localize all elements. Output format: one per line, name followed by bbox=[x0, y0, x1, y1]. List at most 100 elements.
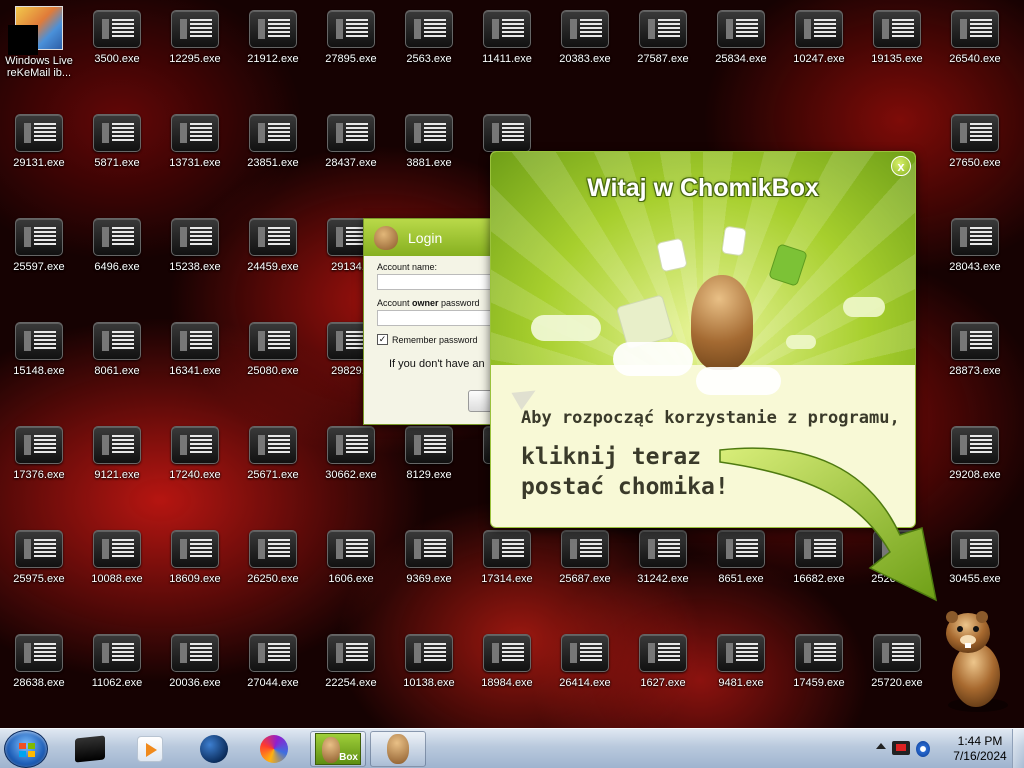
desktop-icon[interactable]: 25975.exe bbox=[0, 520, 78, 610]
taskbar-chomikbox[interactable]: Box bbox=[310, 731, 366, 767]
desktop-icon[interactable]: 25080.exe bbox=[234, 312, 312, 402]
desktop-icon[interactable]: 18984.exe bbox=[468, 624, 546, 714]
clock[interactable]: 1:44 PM 7/16/2024 bbox=[940, 734, 1020, 764]
desktop-icon-label: 29131.exe bbox=[13, 157, 65, 169]
desktop-icon[interactable]: 25671.exe bbox=[234, 416, 312, 506]
action-center-flag-icon[interactable] bbox=[892, 741, 910, 755]
desktop-icon-label: 25975.exe bbox=[13, 573, 65, 585]
desktop-icon[interactable]: 25597.exe bbox=[0, 208, 78, 298]
desktop-icon[interactable]: 9369.exe bbox=[390, 520, 468, 610]
desktop-icon[interactable]: 31242.exe bbox=[624, 520, 702, 610]
desktop-icon[interactable]: 23851.exe bbox=[234, 104, 312, 194]
desktop-icon[interactable]: 24459.exe bbox=[234, 208, 312, 298]
taskbar-firefox[interactable] bbox=[246, 731, 302, 767]
show-desktop-button[interactable] bbox=[1012, 729, 1024, 768]
desktop-icon[interactable]: 27587.exe bbox=[624, 0, 702, 90]
desktop-icon[interactable]: 17376.exe bbox=[0, 416, 78, 506]
desktop-icon[interactable]: Windows Live reKeMail ib... bbox=[0, 0, 78, 90]
desktop-icon[interactable]: 20383.exe bbox=[546, 0, 624, 90]
desktop-icon[interactable]: 29131.exe bbox=[0, 104, 78, 194]
desktop-icon[interactable]: 27044.exe bbox=[234, 624, 312, 714]
taskbar-command-prompt[interactable] bbox=[62, 731, 118, 767]
chomikbox-icon-label: Box bbox=[339, 752, 358, 763]
desktop-icon[interactable]: 10247.exe bbox=[780, 0, 858, 90]
desktop-icon[interactable]: 1606.exe bbox=[312, 520, 390, 610]
desktop-icon[interactable]: 13731.exe bbox=[156, 104, 234, 194]
network-icon[interactable] bbox=[916, 741, 930, 757]
desktop-icon[interactable]: 27895.exe bbox=[312, 0, 390, 90]
desktop-icon[interactable]: 11411.exe bbox=[468, 0, 546, 90]
start-button[interactable] bbox=[4, 730, 48, 768]
desktop-icon-label: 30455.exe bbox=[949, 573, 1001, 585]
desktop-icon[interactable]: 6496.exe bbox=[78, 208, 156, 298]
desktop-icon[interactable]: 8061.exe bbox=[78, 312, 156, 402]
desktop-icon[interactable]: 25834.exe bbox=[702, 0, 780, 90]
desktop-icon[interactable]: 2563.exe bbox=[390, 0, 468, 90]
hamster-icon bbox=[387, 734, 409, 764]
desktop-icon[interactable]: 19135.exe bbox=[858, 0, 936, 90]
desktop-icon-label: 25671.exe bbox=[247, 469, 299, 481]
desktop-icon-label: 12295.exe bbox=[169, 53, 221, 65]
executable-icon bbox=[249, 426, 297, 464]
hamster-mascot-icon[interactable] bbox=[938, 605, 1018, 715]
executable-icon bbox=[639, 530, 687, 568]
desktop-icon[interactable]: 20036.exe bbox=[156, 624, 234, 714]
desktop-icon[interactable]: 17459.exe bbox=[780, 624, 858, 714]
desktop-icon[interactable]: 28437.exe bbox=[312, 104, 390, 194]
login-title-bar[interactable]: Login bbox=[364, 219, 502, 256]
cloud-decoration bbox=[531, 315, 601, 341]
desktop-icon[interactable]: 10138.exe bbox=[390, 624, 468, 714]
desktop-icon[interactable]: 5871.exe bbox=[78, 104, 156, 194]
desktop-icon-label: 8061.exe bbox=[94, 365, 140, 377]
desktop-icon[interactable]: 17314.exe bbox=[468, 520, 546, 610]
desktop-icon[interactable]: 9481.exe bbox=[702, 624, 780, 714]
executable-icon bbox=[171, 218, 219, 256]
login-window[interactable]: Login Account name: Account owner passwo… bbox=[363, 218, 507, 425]
desktop-icon[interactable]: 28638.exe bbox=[0, 624, 78, 714]
desktop-icon[interactable]: 26250.exe bbox=[234, 520, 312, 610]
desktop-icon-label: 26414.exe bbox=[559, 677, 611, 689]
desktop-icon[interactable]: 28873.exe bbox=[936, 312, 1014, 402]
desktop-icon[interactable]: 27650.exe bbox=[936, 104, 1014, 194]
desktop-icon[interactable]: 25687.exe bbox=[546, 520, 624, 610]
owner-password-field[interactable] bbox=[377, 310, 507, 326]
desktop-icon-label: 28437.exe bbox=[325, 157, 377, 169]
desktop-icon[interactable]: 15148.exe bbox=[0, 312, 78, 402]
executable-icon bbox=[483, 114, 531, 152]
taskbar-internet-explorer[interactable] bbox=[186, 731, 242, 767]
windows-logo-icon bbox=[19, 743, 35, 757]
taskbar-chomikbox-login[interactable] bbox=[370, 731, 426, 767]
remember-password-row[interactable]: ✓ Remember password bbox=[377, 334, 502, 345]
desktop-icon[interactable]: 17240.exe bbox=[156, 416, 234, 506]
desktop-icon[interactable]: 1627.exe bbox=[624, 624, 702, 714]
desktop-icon[interactable]: 3500.exe bbox=[78, 0, 156, 90]
desktop-icon[interactable]: 25720.exe bbox=[858, 624, 936, 714]
hamster-mascot[interactable] bbox=[691, 275, 753, 370]
desktop-icon[interactable]: 11062.exe bbox=[78, 624, 156, 714]
cloud-decoration bbox=[613, 342, 693, 376]
desktop-icon[interactable]: 18609.exe bbox=[156, 520, 234, 610]
executable-icon bbox=[171, 114, 219, 152]
desktop-icon[interactable]: 12295.exe bbox=[156, 0, 234, 90]
close-icon[interactable]: x bbox=[891, 156, 911, 176]
desktop-icon[interactable]: 22254.exe bbox=[312, 624, 390, 714]
desktop-icon[interactable]: 30662.exe bbox=[312, 416, 390, 506]
show-hidden-icons-icon[interactable] bbox=[876, 743, 886, 749]
desktop-icon-label: 27895.exe bbox=[325, 53, 377, 65]
desktop-icon[interactable]: 9121.exe bbox=[78, 416, 156, 506]
executable-icon bbox=[327, 10, 375, 48]
taskbar: Box 1:44 PM 7/16/2024 bbox=[0, 728, 1024, 768]
desktop-icon[interactable]: 15238.exe bbox=[156, 208, 234, 298]
desktop-icon[interactable]: 8129.exe bbox=[390, 416, 468, 506]
desktop-icon[interactable]: 26540.exe bbox=[936, 0, 1014, 90]
desktop-icon[interactable]: 10088.exe bbox=[78, 520, 156, 610]
executable-icon bbox=[171, 634, 219, 672]
account-name-field[interactable] bbox=[377, 274, 507, 290]
desktop-icon[interactable]: 26414.exe bbox=[546, 624, 624, 714]
desktop-icon[interactable]: 21912.exe bbox=[234, 0, 312, 90]
desktop-icon[interactable]: 16341.exe bbox=[156, 312, 234, 402]
remember-password-checkbox[interactable]: ✓ bbox=[377, 334, 388, 345]
desktop-icon[interactable]: 3881.exe bbox=[390, 104, 468, 194]
taskbar-media-player[interactable] bbox=[122, 731, 178, 767]
desktop-icon[interactable]: 28043.exe bbox=[936, 208, 1014, 298]
